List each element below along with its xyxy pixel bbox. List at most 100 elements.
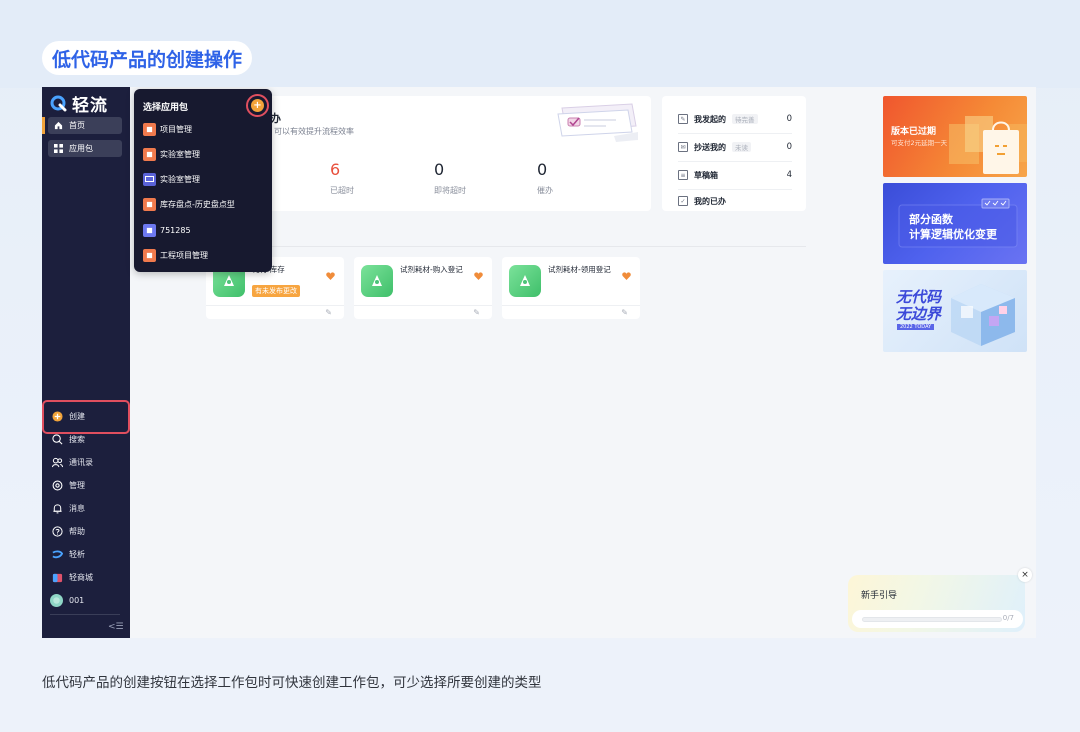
store-icon — [52, 572, 63, 583]
app-card-footer — [502, 305, 640, 319]
caption: 低代码产品的创建按钮在选择工作包时可快速创建工作包，可少选择所要创建的类型 — [42, 675, 542, 691]
section-divider — [206, 246, 806, 247]
create-highlight-marker — [42, 400, 130, 434]
sidebar-item-label: 轻商城 — [69, 572, 93, 582]
sidebar-item-messages[interactable]: 消息 — [52, 501, 85, 515]
banner-version-expired[interactable]: 版本已过期 可支付2元延期一天 — [883, 96, 1027, 177]
menu-item-label: 工程项目管理 — [160, 250, 208, 260]
heart-icon[interactable] — [474, 265, 483, 284]
divider — [678, 133, 792, 134]
package-icon — [143, 147, 156, 161]
bell-icon — [52, 503, 63, 514]
banner-subtitle: 无边界 — [896, 305, 942, 323]
banner-title: 部分函数 — [909, 213, 953, 226]
package-icon — [143, 197, 156, 211]
grid-icon — [53, 143, 64, 154]
banner-function-update[interactable]: 部分函数 计算逻辑优化变更 — [883, 183, 1027, 264]
nav-label: 应用包 — [69, 144, 93, 153]
settings-icon — [52, 480, 63, 491]
my-tasks-card: ✎ 我发起的 待完善 0 ✉ 抄送我的 未读 0 ≡ 草稿箱 4 ✓ 我的已办 — [662, 96, 806, 211]
newbie-guide-widget[interactable]: 新手引导 0/7 — [848, 575, 1025, 632]
sidebar-item-label: 轻析 — [69, 549, 85, 559]
app-name: 试剂耗材-购入登记 — [400, 265, 463, 274]
cube-illustration — [943, 276, 1027, 352]
stat-due-soon-value[interactable]: 0 — [434, 160, 444, 179]
menu-item-label: 项目管理 — [160, 124, 192, 134]
edit-icon[interactable]: ✎ — [473, 308, 480, 317]
status-badge: 待完善 — [732, 114, 758, 124]
app-card-footer — [354, 305, 492, 319]
my-row-label: 抄送我的 — [694, 142, 726, 152]
menu-item-label: 751285 — [160, 225, 191, 235]
banner-deco — [883, 183, 1027, 264]
my-row-cc[interactable]: ✉ 抄送我的 未读 0 — [678, 136, 792, 158]
home-icon — [53, 120, 64, 131]
app-screen: 轻流 首页 应用包 创建 搜索 通讯录 管理 消息 帮助 轻析 轻商城 001 … — [42, 87, 1036, 638]
app-icon — [509, 265, 541, 297]
user-name: 001 — [69, 595, 85, 605]
sidebar-item-help[interactable]: 帮助 — [52, 524, 85, 538]
package-icon — [143, 122, 156, 136]
stat-urge-value[interactable]: 0 — [537, 160, 547, 179]
stat-overdue-label: 已超时 — [330, 186, 354, 195]
banner-tag: 2022 TODAY — [897, 324, 935, 330]
shopping-bags-illustration — [945, 110, 1027, 177]
add-package-button[interactable]: + — [251, 99, 264, 112]
sidebar-item-store[interactable]: 轻商城 — [52, 570, 93, 584]
menu-item[interactable]: 751285 — [143, 223, 191, 237]
collapse-sidebar-button[interactable]: <☰ — [108, 622, 124, 632]
brand-logo-icon — [50, 95, 67, 112]
sidebar-item-manage[interactable]: 管理 — [52, 478, 85, 492]
guide-title: 新手引导 — [861, 591, 898, 601]
package-icon — [143, 248, 156, 262]
sidebar-item-label: 消息 — [69, 503, 85, 513]
menu-item-label: 库存盘点-历史盘点型 — [160, 199, 235, 209]
analytics-icon — [52, 549, 63, 560]
my-row-done[interactable]: ✓ 我的已办 — [678, 192, 792, 210]
heart-icon[interactable] — [622, 265, 631, 284]
menu-item[interactable]: 实验室管理 — [143, 172, 200, 186]
close-icon[interactable]: × — [1018, 568, 1032, 582]
my-row-count: 4 — [786, 170, 792, 180]
menu-item[interactable]: 项目管理 — [143, 122, 192, 136]
draft-icon: ≡ — [678, 170, 688, 180]
edit-icon[interactable]: ✎ — [325, 308, 332, 317]
monitor-icon — [143, 172, 156, 186]
menu-item-label: 实验室管理 — [160, 174, 200, 184]
sidebar-item-search[interactable]: 搜索 — [52, 432, 85, 446]
menu-item[interactable]: 工程项目管理 — [143, 248, 208, 262]
sidebar-item-contacts[interactable]: 通讯录 — [52, 455, 93, 469]
package-icon — [143, 223, 156, 237]
app-card[interactable]: 试剂耗材-购入登记 ✎ — [354, 257, 492, 319]
banner-no-boundary[interactable]: 无代码 无边界 2022 TODAY — [883, 270, 1027, 352]
app-name: 试剂耗材-领用登记 — [548, 265, 611, 274]
heart-icon[interactable] — [326, 265, 335, 284]
app-card[interactable]: 试剂耗材-领用登记 ✎ — [502, 257, 640, 319]
divider — [678, 189, 792, 190]
divider — [678, 161, 792, 162]
edit-icon[interactable]: ✎ — [621, 308, 628, 317]
banner-title: 版本已过期 — [891, 127, 937, 137]
stat-urge-label: 催办 — [537, 186, 553, 195]
nav-home[interactable]: 首页 — [48, 117, 122, 134]
sidebar: 轻流 首页 应用包 创建 搜索 通讯录 管理 消息 帮助 轻析 轻商城 001 … — [42, 87, 130, 638]
check-icon: ✓ — [678, 196, 688, 206]
banner-subtitle: 可支付2元延期一天 — [891, 139, 948, 147]
nav-app-packages[interactable]: 应用包 — [48, 140, 122, 157]
unpublished-badge: 有未发布更改 — [252, 285, 300, 297]
guide-progress-count: 0/7 — [1002, 614, 1014, 622]
menu-item[interactable]: 库存盘点-历史盘点型 — [143, 197, 235, 211]
my-row-drafts[interactable]: ≡ 草稿箱 4 — [678, 164, 792, 186]
menu-title: 选择应用包 — [143, 103, 189, 113]
sidebar-item-label: 通讯录 — [69, 457, 93, 467]
sidebar-item-user[interactable]: 001 — [50, 593, 84, 607]
sidebar-item-analytics[interactable]: 轻析 — [52, 547, 85, 561]
my-row-label: 我的已办 — [694, 196, 726, 206]
select-app-package-menu: 选择应用包 + 项目管理 实验室管理 实验室管理 库存盘点-历史盘点型 7512… — [134, 89, 272, 272]
stat-overdue-value[interactable]: 6 — [330, 160, 340, 179]
sidebar-item-label: 帮助 — [69, 526, 85, 536]
brand[interactable]: 轻流 — [50, 91, 108, 116]
my-row-initiated[interactable]: ✎ 我发起的 待完善 0 — [678, 108, 792, 130]
page-title: 低代码产品的创建操作 — [42, 41, 253, 75]
menu-item[interactable]: 实验室管理 — [143, 147, 200, 161]
